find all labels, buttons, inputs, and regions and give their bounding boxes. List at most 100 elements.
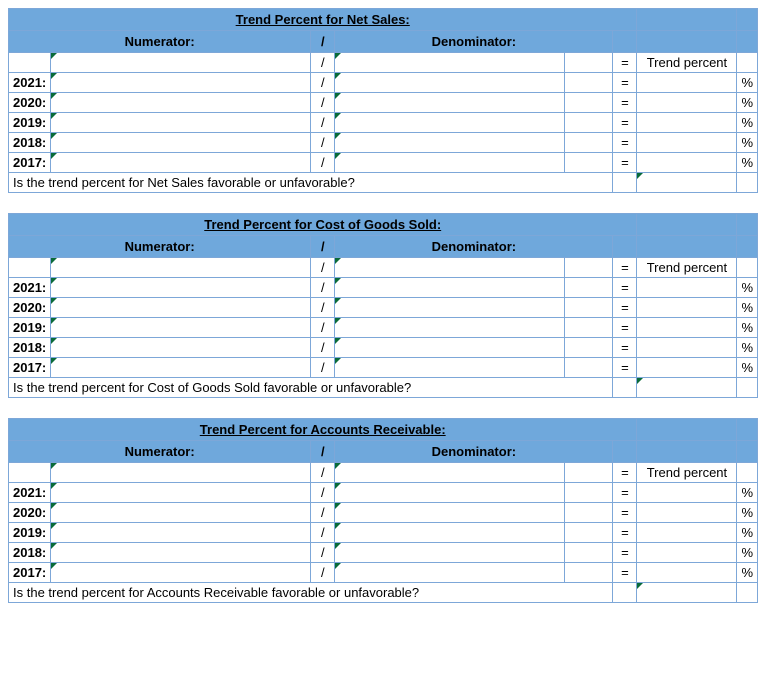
slash-icon: / xyxy=(311,483,335,503)
title-spacer xyxy=(637,419,737,441)
den-spacer xyxy=(565,73,613,93)
den-spacer xyxy=(565,338,613,358)
result-input[interactable] xyxy=(637,133,737,153)
numerator-input[interactable] xyxy=(51,298,311,318)
denominator-input[interactable] xyxy=(335,463,565,483)
denominator-input[interactable] xyxy=(335,338,565,358)
den-spacer xyxy=(565,93,613,113)
numerator-input[interactable] xyxy=(51,73,311,93)
denominator-input[interactable] xyxy=(335,503,565,523)
den-spacer xyxy=(565,278,613,298)
numerator-input[interactable] xyxy=(51,338,311,358)
numerator-input[interactable] xyxy=(51,318,311,338)
slash-header: / xyxy=(311,441,335,463)
denominator-input[interactable] xyxy=(335,483,565,503)
title-spacer-2 xyxy=(737,9,758,31)
year-label: 2020: xyxy=(9,93,51,113)
denominator-input[interactable] xyxy=(335,523,565,543)
denominator-input[interactable] xyxy=(335,53,565,73)
equals-icon: = xyxy=(613,543,637,563)
denominator-input[interactable] xyxy=(335,153,565,173)
slash-icon: / xyxy=(311,503,335,523)
result-input[interactable] xyxy=(637,318,737,338)
year-label: 2021: xyxy=(9,278,51,298)
numerator-input[interactable] xyxy=(51,358,311,378)
result-input[interactable] xyxy=(637,278,737,298)
den-spacer xyxy=(565,153,613,173)
slash-icon: / xyxy=(311,298,335,318)
denominator-input[interactable] xyxy=(335,278,565,298)
numerator-input[interactable] xyxy=(51,133,311,153)
numerator-input[interactable] xyxy=(51,113,311,133)
denominator-input[interactable] xyxy=(335,358,565,378)
result-input[interactable] xyxy=(637,523,737,543)
slash-icon: / xyxy=(311,258,335,278)
equals-icon: = xyxy=(613,523,637,543)
question-spacer xyxy=(613,378,637,398)
question-spacer xyxy=(613,173,637,193)
title-spacer-2 xyxy=(737,419,758,441)
slash-icon: / xyxy=(311,93,335,113)
trend-table-0: Trend Percent for Net Sales:Numerator:/D… xyxy=(8,8,758,193)
numerator-input[interactable] xyxy=(51,258,311,278)
numerator-input[interactable] xyxy=(51,563,311,583)
denominator-header: Denominator: xyxy=(335,441,613,463)
result-input[interactable] xyxy=(637,563,737,583)
answer-input[interactable] xyxy=(637,583,737,603)
denominator-input[interactable] xyxy=(335,563,565,583)
denominator-header: Denominator: xyxy=(335,236,613,258)
answer-input[interactable] xyxy=(637,378,737,398)
percent-icon: % xyxy=(737,73,758,93)
denominator-input[interactable] xyxy=(335,113,565,133)
result-input[interactable] xyxy=(637,113,737,133)
numerator-input[interactable] xyxy=(51,463,311,483)
year-label: 2018: xyxy=(9,543,51,563)
percent-icon: % xyxy=(737,93,758,113)
result-input[interactable] xyxy=(637,543,737,563)
numerator-input[interactable] xyxy=(51,153,311,173)
denominator-input[interactable] xyxy=(335,93,565,113)
equals-icon: = xyxy=(613,53,637,73)
denominator-input[interactable] xyxy=(335,73,565,93)
numerator-header: Numerator: xyxy=(9,441,311,463)
percent-icon: % xyxy=(737,523,758,543)
answer-input[interactable] xyxy=(637,173,737,193)
year-label: 2017: xyxy=(9,358,51,378)
header-spacer-3 xyxy=(737,441,758,463)
numerator-input[interactable] xyxy=(51,523,311,543)
result-input[interactable] xyxy=(637,483,737,503)
numerator-input[interactable] xyxy=(51,503,311,523)
numerator-input[interactable] xyxy=(51,483,311,503)
slash-icon: / xyxy=(311,153,335,173)
denominator-input[interactable] xyxy=(335,133,565,153)
question-label: Is the trend percent for Cost of Goods S… xyxy=(9,378,613,398)
slash-icon: / xyxy=(311,73,335,93)
equals-icon: = xyxy=(613,483,637,503)
result-input[interactable] xyxy=(637,73,737,93)
year-label: 2018: xyxy=(9,133,51,153)
denominator-input[interactable] xyxy=(335,258,565,278)
denominator-input[interactable] xyxy=(335,298,565,318)
numerator-input[interactable] xyxy=(51,543,311,563)
equals-icon: = xyxy=(613,153,637,173)
numerator-input[interactable] xyxy=(51,53,311,73)
slash-icon: / xyxy=(311,53,335,73)
section-title: Trend Percent for Net Sales: xyxy=(9,9,637,31)
result-input[interactable] xyxy=(637,338,737,358)
numerator-input[interactable] xyxy=(51,278,311,298)
numerator-input[interactable] xyxy=(51,93,311,113)
result-input[interactable] xyxy=(637,503,737,523)
trend-percent-label: Trend percent xyxy=(637,258,737,278)
equals-icon: = xyxy=(613,278,637,298)
result-input[interactable] xyxy=(637,298,737,318)
result-input[interactable] xyxy=(637,358,737,378)
denominator-input[interactable] xyxy=(335,318,565,338)
result-input[interactable] xyxy=(637,153,737,173)
year-label: 2017: xyxy=(9,563,51,583)
percent-icon: % xyxy=(737,298,758,318)
denominator-input[interactable] xyxy=(335,543,565,563)
trend-table-1: Trend Percent for Cost of Goods Sold:Num… xyxy=(8,213,758,398)
result-input[interactable] xyxy=(637,93,737,113)
den-spacer xyxy=(565,503,613,523)
trend-table-2: Trend Percent for Accounts Receivable:Nu… xyxy=(8,418,758,603)
